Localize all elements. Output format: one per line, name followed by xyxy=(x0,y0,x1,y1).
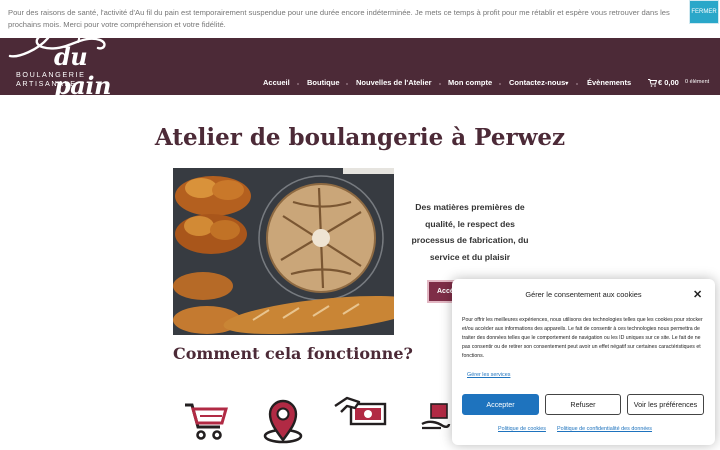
map-pin-icon xyxy=(263,399,303,444)
nav-separator xyxy=(346,83,348,85)
main-nav: Accueil Boutique Nouvelles de l'Atelier … xyxy=(0,78,720,92)
nav-separator xyxy=(576,83,578,85)
privacy-policy-link[interactable]: Politique de confidentialité des données xyxy=(557,426,652,432)
shopping-cart-icon xyxy=(185,403,228,440)
hand-bag-icon xyxy=(421,403,451,430)
cart-icon[interactable] xyxy=(648,79,657,87)
bread-illustration xyxy=(173,168,394,335)
nav-separator xyxy=(297,83,299,85)
cookie-policy-link[interactable]: Politique de cookies xyxy=(498,426,546,432)
manage-services-link[interactable]: Gérer les services xyxy=(467,372,510,378)
nav-item-boutique[interactable]: Boutique xyxy=(307,78,340,87)
cart-count[interactable]: 0 élément xyxy=(685,79,709,85)
notice-close-button[interactable]: FERMER xyxy=(689,0,719,24)
nav-item-contact-label: Contactez-nous xyxy=(509,78,566,87)
consent-title: Gérer le consentement aux cookies xyxy=(525,290,642,299)
section-title: Comment cela fonctionne? xyxy=(173,344,413,363)
page-title: Atelier de boulangerie à Perwez xyxy=(154,124,566,151)
nav-item-accueil[interactable]: Accueil xyxy=(263,78,290,87)
nav-item-contact[interactable]: Contactez-nous▾ xyxy=(509,78,568,87)
nav-separator xyxy=(499,83,501,85)
site-header: du pain BOULANGERIE ARTISANALE Accueil B… xyxy=(0,30,720,100)
cookie-consent-dialog: Gérer le consentement aux cookies ✕ Pour… xyxy=(452,279,715,445)
accept-button[interactable]: Accepter xyxy=(462,394,539,415)
cart-total[interactable]: € 0,00 xyxy=(658,78,679,87)
nav-item-nouvelles[interactable]: Nouvelles de l'Atelier xyxy=(356,78,432,87)
nav-separator xyxy=(439,83,441,85)
nav-item-evenements[interactable]: Évènements xyxy=(587,78,631,87)
close-icon[interactable]: ✕ xyxy=(693,288,702,301)
nav-item-mon-compte[interactable]: Mon compte xyxy=(448,78,492,87)
intro-text: Des matières premières de qualité, le re… xyxy=(411,202,529,262)
consent-body: Pour offrir les meilleures expériences, … xyxy=(462,317,703,360)
preferences-button[interactable]: Voir les préférences xyxy=(627,394,704,415)
refuse-button[interactable]: Refuser xyxy=(545,394,621,415)
chevron-down-icon: ▾ xyxy=(565,81,569,87)
bread-photo xyxy=(173,168,394,335)
banknote-hand-icon xyxy=(334,396,387,426)
